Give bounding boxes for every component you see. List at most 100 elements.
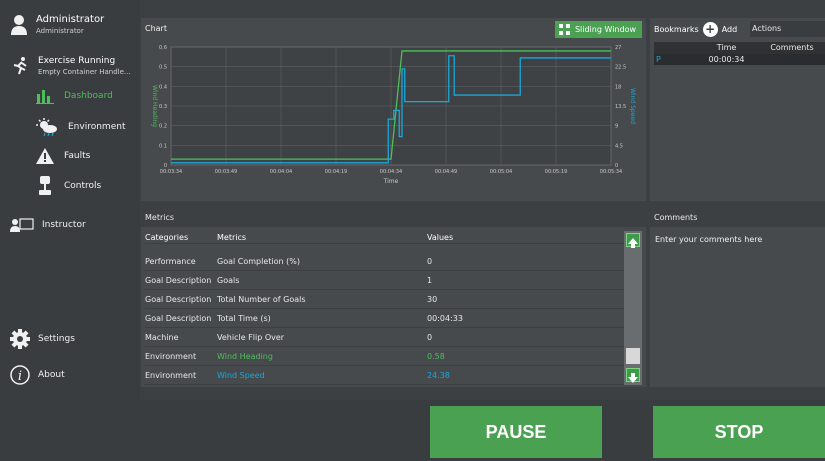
metric-name: Goals: [217, 276, 240, 285]
metrics-row[interactable]: Machine Vehicle Flip Over 0: [145, 329, 625, 347]
sliding-window-icon: [558, 24, 570, 35]
user-name: Administrator: [36, 14, 105, 25]
x-tick-label: 00:05:04: [490, 169, 512, 175]
metric-category: Goal Description: [145, 295, 212, 304]
col-flag: [654, 42, 694, 54]
metric-value: 1: [427, 276, 433, 285]
y-left-tick-label: 0.1: [159, 143, 167, 149]
bookmarks-table: Time Comments P 00:00:34: [654, 42, 825, 65]
scroll-down-button[interactable]: [626, 368, 640, 383]
nav-about[interactable]: i About: [10, 365, 65, 385]
info-icon: i: [10, 365, 30, 385]
metric-category: Environment: [145, 371, 197, 380]
nav-settings[interactable]: Settings: [10, 329, 75, 349]
scroll-up-button[interactable]: [626, 233, 640, 248]
y-left-tick-label: 0.4: [159, 84, 167, 90]
settings-label: Settings: [38, 334, 75, 344]
x-axis-label: Time: [383, 178, 399, 185]
nav-instructor[interactable]: Instructor: [10, 218, 86, 232]
metric-category: Goal Description: [145, 314, 212, 323]
y-right-tick-label: 13.5: [615, 104, 626, 110]
nav-label: Controls: [64, 181, 102, 191]
actions-dropdown[interactable]: Actions: [750, 21, 825, 37]
instructor-label: Instructor: [42, 220, 86, 230]
metric-value: 0: [427, 333, 433, 342]
nav-label: Environment: [68, 122, 126, 132]
instructor-icon: [10, 218, 34, 232]
metric-category: Machine: [145, 333, 179, 342]
bookmark-flag: P: [656, 55, 661, 64]
x-tick-label: 00:03:49: [215, 169, 237, 175]
sliding-window-label: Sliding Window: [574, 25, 636, 34]
sidebar: Administrator Administrator Exercise Run…: [0, 0, 140, 400]
exercise-subtitle: Empty Container Handle...: [38, 68, 131, 76]
arrow-up-icon: [628, 238, 638, 248]
add-label[interactable]: Add: [722, 25, 738, 34]
warning-icon: [36, 148, 54, 164]
y-left-axis-label: Wind Heading: [151, 85, 158, 127]
metric-category: Environment: [145, 352, 197, 361]
running-icon: [13, 57, 27, 75]
bookmarks-header: Time Comments: [654, 42, 825, 54]
bookmark-comment: [759, 54, 825, 65]
col-comments: Comments: [770, 43, 814, 52]
nav-controls[interactable]: Controls: [36, 176, 101, 196]
x-tick-label: 00:04:19: [325, 169, 347, 175]
arrow-down-icon: [628, 373, 638, 383]
x-tick-label: 00:05:34: [600, 169, 622, 175]
joystick-icon: [39, 176, 51, 195]
metric-value: 24.38: [427, 371, 450, 380]
col-time: Time: [716, 43, 737, 52]
bookmarks-title: Bookmarks: [654, 25, 699, 34]
metrics-row[interactable]: Goal Description Goals 1: [145, 272, 625, 290]
bookmark-row[interactable]: P 00:00:34: [654, 54, 825, 65]
metrics-row[interactable]: Environment Wind Heading 0.58: [145, 348, 625, 366]
bookmark-time: 00:00:34: [708, 55, 745, 64]
metrics-scrollbar[interactable]: [624, 231, 642, 385]
comments-title: Comments: [654, 213, 698, 222]
chart-title: Chart: [145, 24, 167, 33]
pause-button[interactable]: PAUSE: [430, 406, 602, 458]
nav-faults[interactable]: Faults: [36, 148, 90, 164]
x-tick-label: 00:05:19: [545, 169, 567, 175]
metrics-row[interactable]: Goal Description Total Time (s) 00:04:33: [145, 310, 625, 328]
actions-label: Actions: [752, 24, 782, 33]
sliding-window-button[interactable]: Sliding Window: [554, 21, 642, 38]
add-bookmark-button[interactable]: +: [702, 22, 718, 37]
nav-environment[interactable]: Environment: [36, 118, 125, 136]
metric-name: Total Time (s): [217, 314, 271, 323]
bookmarks-panel: Bookmarks + Add Actions Time Comments P …: [650, 18, 825, 201]
y-left-tick-label: 0.6: [159, 45, 167, 51]
scroll-thumb[interactable]: [626, 348, 640, 364]
nav-label: Dashboard: [64, 91, 113, 101]
gear-icon: [10, 329, 30, 349]
x-tick-label: 00:04:34: [380, 169, 402, 175]
weather-icon: [36, 118, 57, 136]
y-left-tick-label: 0.2: [159, 124, 167, 130]
metric-category: Goal Description: [145, 276, 212, 285]
exercise-status[interactable]: Exercise Running Empty Container Handle.…: [10, 56, 131, 77]
metrics-row[interactable]: Environment Wind Speed 24.38: [145, 367, 625, 385]
metric-value: 00:04:33: [427, 314, 463, 323]
y-right-axis-label: Wind Speed: [629, 88, 636, 124]
metrics-table: PerformanceEquipment Bypass0PerformanceG…: [141, 227, 646, 387]
user-role: Administrator: [36, 27, 84, 35]
y-right-tick-label: 22.5: [615, 65, 626, 71]
y-left-tick-label: 0.5: [159, 65, 167, 71]
metrics-row[interactable]: Goal Description Total Number of Goals 30: [145, 291, 625, 309]
metric-category: Performance: [145, 257, 196, 266]
x-tick-label: 00:04:04: [270, 169, 292, 175]
stop-button[interactable]: STOP: [653, 406, 825, 458]
metrics-row[interactable]: Performance Goal Completion (%) 0: [145, 253, 625, 271]
col-metrics: Metrics: [217, 233, 247, 242]
nav-label: Faults: [64, 151, 91, 161]
metrics-header: Categories Metrics Values: [145, 233, 625, 243]
y-left-tick-label: 0.3: [159, 104, 167, 110]
metric-value: 0: [427, 257, 433, 266]
y-right-tick-label: 27: [615, 45, 621, 51]
comments-input[interactable]: Enter your comments here: [650, 227, 825, 387]
nav-dashboard[interactable]: Dashboard: [36, 88, 113, 104]
x-tick-label: 00:03:34: [160, 169, 182, 175]
user-profile[interactable]: Administrator Administrator: [10, 14, 104, 36]
y-right-tick-label: 4.5: [615, 143, 623, 149]
